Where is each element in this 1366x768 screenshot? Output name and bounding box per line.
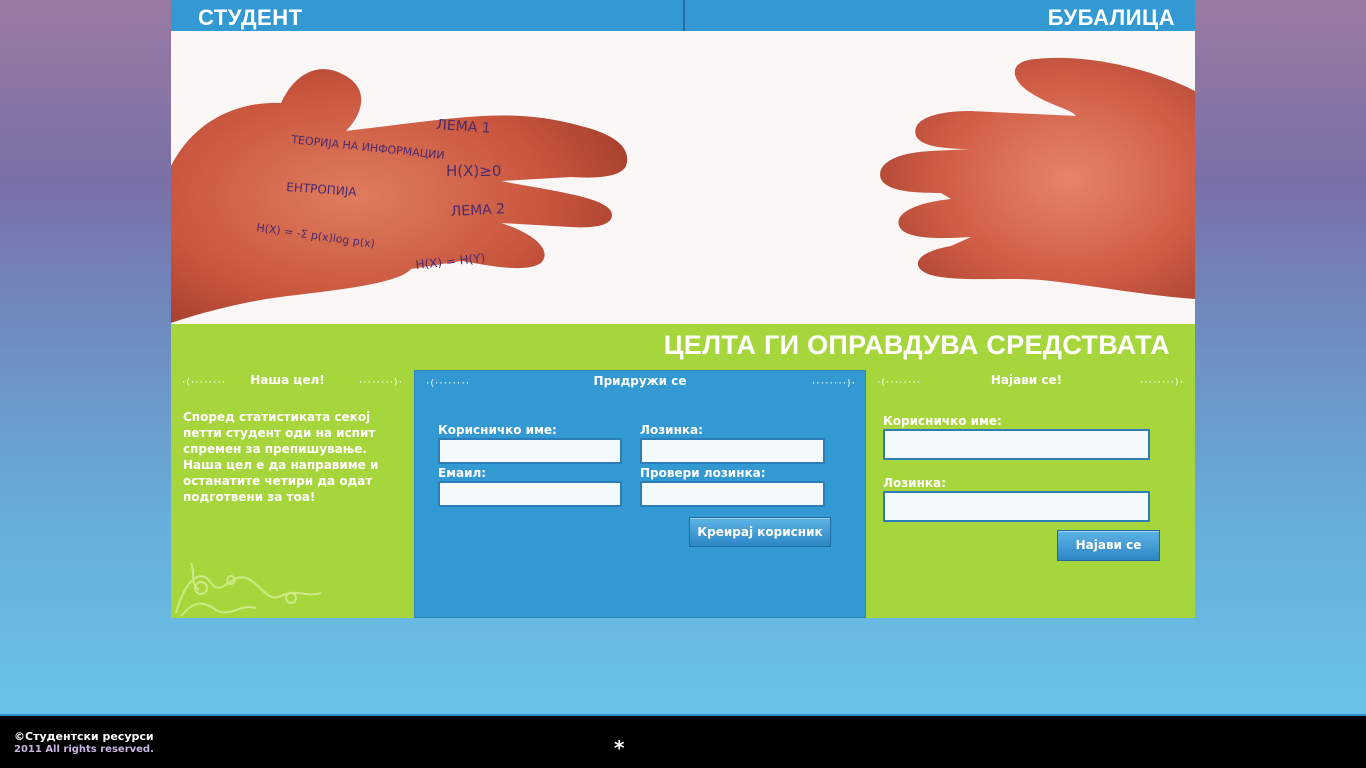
register-username-label: Корисничко име: (438, 423, 557, 437)
page-frame: СТУДЕНТ БУБАЛИЦА ЛЕМА 1 ТЕОРИЈА НА ИНФОР… (171, 0, 1195, 618)
splash-decoration-icon (175, 562, 322, 617)
right-hand (880, 57, 1195, 299)
slogan-band: ЦЕЛТА ГИ ОПРАВДУВА СРЕДСТВАТА (171, 324, 1195, 370)
login-button[interactable]: Најави се (1057, 530, 1160, 561)
ornament-right-icon: ········)· (357, 378, 403, 388)
register-email-input[interactable] (438, 481, 622, 507)
register-email-label: Емаил: (438, 466, 487, 480)
register-confirm-input[interactable] (640, 481, 825, 507)
palm-note: H(X)≥0 (446, 162, 501, 180)
register-password-label: Лозинка: (640, 423, 703, 437)
about-panel: ·(········ Наша цел! ········)· Според с… (171, 370, 414, 618)
rights-text: 2011 All rights reserved. (14, 744, 154, 755)
register-username-input[interactable] (438, 438, 622, 464)
left-hand: ЛЕМА 1 ТЕОРИЈА НА ИНФОРМАЦИИ H(X)≥0 ЕНТР… (171, 69, 628, 323)
register-panel: ·(········ Придружи се ········)· Корисн… (414, 370, 866, 618)
register-title: Придружи се (593, 374, 687, 388)
hero-image: ЛЕМА 1 ТЕОРИЈА НА ИНФОРМАЦИИ H(X)≥0 ЕНТР… (171, 31, 1195, 324)
create-user-button[interactable]: Креирај корисник (689, 517, 831, 547)
login-password-label: Лозинка: (883, 476, 946, 490)
register-password-input[interactable] (640, 438, 825, 464)
register-confirm-label: Провери лозинка: (640, 466, 766, 480)
copyright-text: ©Студентски ресурси (14, 730, 154, 743)
brand-left: СТУДЕНТ (198, 5, 303, 30)
hands-illustration: ЛЕМА 1 ТЕОРИЈА НА ИНФОРМАЦИИ H(X)≥0 ЕНТР… (171, 57, 1195, 323)
brand-right: БУБАЛИЦА (1047, 5, 1175, 30)
slogan: ЦЕЛТА ГИ ОПРАВДУВА СРЕДСТВАТА (663, 330, 1170, 360)
login-password-input[interactable] (883, 491, 1150, 522)
top-header: СТУДЕНТ БУБАЛИЦА (171, 0, 1195, 31)
palm-note: ЛЕМА 2 (450, 201, 505, 220)
ornament-right-icon: ········)· (810, 379, 856, 389)
login-panel: ·(········ Најави се! ········)· Корисни… (866, 370, 1195, 618)
login-username-input[interactable] (883, 429, 1150, 460)
star-icon: * (614, 736, 625, 760)
login-username-label: Корисничко име: (883, 414, 1002, 428)
ornament-right-icon: ········)· (1138, 378, 1184, 388)
footer: ©Студентски ресурси 2011 All rights rese… (0, 714, 1366, 768)
header-divider (683, 0, 685, 31)
about-text: Според статистиката секој петти студент … (183, 410, 379, 504)
